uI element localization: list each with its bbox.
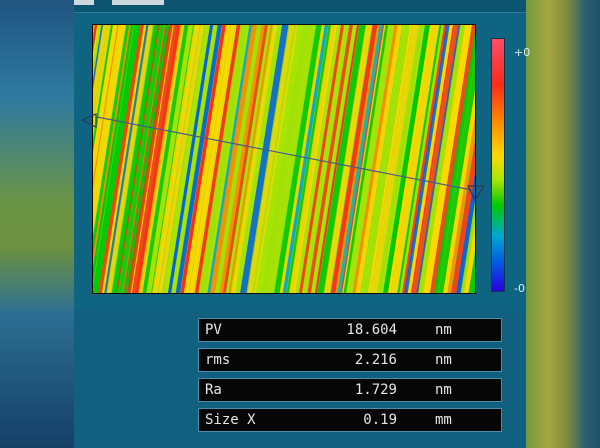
- surface-stripes: [93, 25, 475, 293]
- top-tab-2[interactable]: [112, 0, 164, 5]
- stat-value: 1.729: [354, 382, 397, 398]
- stat-label: rms: [205, 352, 231, 368]
- stat-unit: nm: [435, 322, 452, 338]
- stat-value: 2.216: [354, 352, 397, 368]
- stat-row-rms: rms 2.216 nm: [198, 348, 502, 372]
- surface-map-svg: [93, 25, 475, 293]
- stat-row-size-x: Size X 0.19 mm: [198, 408, 502, 432]
- statistics-table: PV 18.604 nm rms 2.216 nm Ra 1.729 nm Si…: [198, 318, 502, 438]
- color-scale-min-label: -0: [514, 282, 525, 295]
- top-tab-1[interactable]: [74, 0, 94, 5]
- stat-unit: nm: [435, 352, 452, 368]
- start-marker-triangle-icon[interactable]: [80, 112, 100, 130]
- surface-map[interactable]: [92, 24, 476, 294]
- stat-row-ra: Ra 1.729 nm: [198, 378, 502, 402]
- end-marker-triangle-icon[interactable]: [466, 184, 486, 202]
- stat-label: PV: [205, 322, 222, 338]
- background-right: [526, 0, 600, 448]
- window-top-bar: [74, 0, 526, 13]
- stat-row-pv: PV 18.604 nm: [198, 318, 502, 342]
- measurement-window: +0 -0 PV 18.604 nm rms 2.216 nm Ra 1.729…: [74, 0, 530, 448]
- stat-label: Ra: [205, 382, 222, 398]
- stat-label: Size X: [205, 412, 256, 428]
- background-left: [0, 0, 74, 448]
- stat-value: 0.19: [363, 412, 397, 428]
- stat-unit: mm: [435, 412, 452, 428]
- stat-unit: nm: [435, 382, 452, 398]
- color-scale-bar: [491, 38, 505, 292]
- stat-value: 18.604: [346, 322, 397, 338]
- plot-panel: +0 -0: [74, 14, 530, 310]
- color-scale-max-label: +0: [514, 46, 531, 59]
